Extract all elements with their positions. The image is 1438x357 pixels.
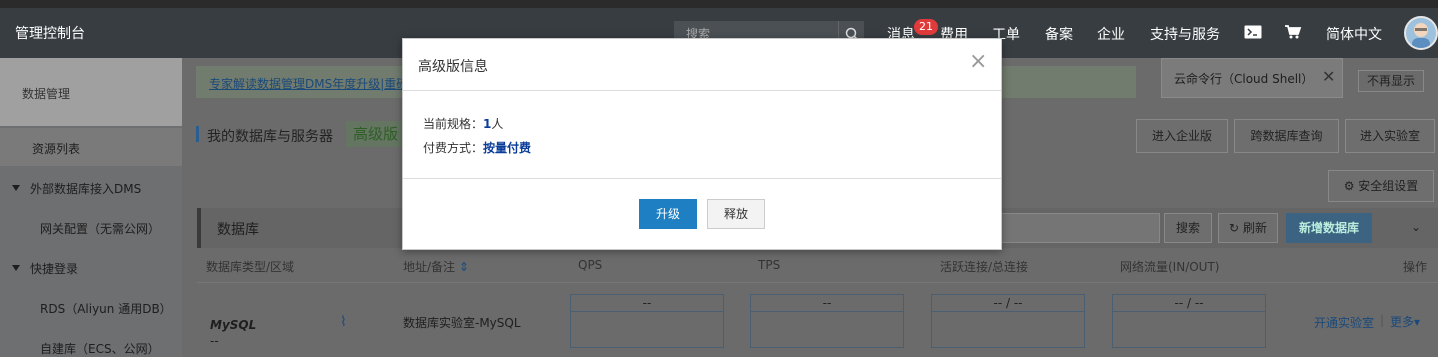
connections-metric: -- / -- [931,294,1085,348]
sidebar-group-quick-login[interactable]: 快捷登录 [12,260,78,277]
nav-icp[interactable]: 备案 [1045,24,1073,44]
sidebar-section-title: 数据管理 [0,58,182,126]
cloud-shell-tooltip: 云命令行（Cloud Shell） ✕ [1161,58,1343,98]
dont-show-again-button[interactable]: 不再显示 [1358,70,1424,92]
th-actions: 操作 [1403,260,1428,274]
db-search-button[interactable]: 搜索 [1164,213,1212,243]
th-db-type: 数据库类型/区域 [206,260,295,274]
chart-trend-icon[interactable]: ⌇ [340,314,347,330]
advanced-edition-modal: 高级版信息 × 当前规格：1人 付费方式：按量付费 升级 释放 [402,38,1002,250]
th-connections: 活跃连接/总连接 [940,260,1029,274]
edition-tag[interactable]: 高级版 [346,121,406,147]
payment-value: 按量付费 [483,141,532,155]
modal-divider [403,90,1001,91]
release-button[interactable]: 释放 [707,199,765,229]
sidebar: 数据管理 资源列表 外部数据库接入DMS 网关配置（无需公网） 快捷登录 RDS… [0,58,182,357]
sidebar-item-self-hosted[interactable]: 自建库（ECS、公网） [40,340,160,357]
nav-support[interactable]: 支持与服务 [1150,24,1220,44]
caret-down-icon: ▾ [1414,315,1421,329]
notice-link[interactable]: 专家解读数据管理DMS年度升级|重磅 [209,75,408,92]
cloud-shell-label: 云命令行（Cloud Shell） [1174,72,1314,86]
sidebar-item-rds[interactable]: RDS（Aliyun 通用DB） [40,300,172,317]
db-search-input[interactable] [1000,213,1160,243]
upgrade-button[interactable]: 升级 [639,199,697,229]
traffic-metric: -- / -- [1112,294,1266,348]
table-divider [197,282,1438,283]
nav-language[interactable]: 简体中文 [1326,24,1382,44]
more-actions-link[interactable]: 更多▾ [1390,313,1420,330]
avatar[interactable] [1404,16,1438,50]
gear-icon: ⚙ [1343,179,1355,193]
tps-metric: -- [750,294,904,348]
action-separator: | [1380,313,1385,327]
breadcrumb-marker [196,126,199,142]
th-traffic: 网络流量(IN/OUT) [1120,260,1220,274]
modal-divider [403,178,1001,179]
window-top-strip [0,0,1438,8]
panel-title: 数据库 [217,222,259,238]
terminal-icon[interactable] [1244,24,1262,40]
sidebar-item-resource-list[interactable]: 资源列表 [0,128,182,166]
refresh-button[interactable]: ↻ 刷新 [1218,213,1278,243]
cart-icon[interactable] [1284,24,1302,40]
payment-row: 付费方式：按量付费 [423,141,532,155]
db-address: 数据库实验室-MySQL [403,316,521,330]
cross-db-query-button[interactable]: 跨数据库查询 [1234,119,1339,153]
open-lab-link[interactable]: 开通实验室 [1314,314,1374,331]
refresh-icon: ↻ [1229,221,1240,235]
console-brand[interactable]: 管理控制台 [15,23,85,43]
close-icon[interactable]: × [969,51,987,73]
qps-metric: -- [570,294,724,348]
sidebar-item-gateway-config[interactable]: 网关配置（无需公网） [40,220,160,237]
enterprise-edition-button[interactable]: 进入企业版 [1136,119,1228,153]
sidebar-group-external-db[interactable]: 外部数据库接入DMS [12,180,141,197]
close-icon[interactable]: ✕ [1322,67,1335,86]
th-address[interactable]: 地址/备注 ⇕ [403,258,469,275]
chevron-down-icon[interactable]: ⌄ [1398,213,1434,243]
add-database-button[interactable]: 新增数据库 [1286,213,1372,243]
caret-down-icon [12,185,20,191]
db-region: -- [210,334,219,348]
db-type: MySQL [210,318,257,332]
th-tps: TPS [758,258,781,272]
messages-badge: 21 [914,19,938,35]
caret-down-icon [12,265,20,271]
security-group-button[interactable]: ⚙ 安全组设置 [1328,170,1434,202]
breadcrumb: 我的数据库与服务器 [207,129,333,145]
nav-enterprise[interactable]: 企业 [1097,24,1125,44]
enter-lab-button[interactable]: 进入实验室 [1345,119,1435,153]
spec-row: 当前规格：1人 [423,117,504,131]
th-qps: QPS [578,258,603,272]
modal-title: 高级版信息 [418,59,488,75]
sort-icon[interactable]: ⇕ [459,260,469,274]
